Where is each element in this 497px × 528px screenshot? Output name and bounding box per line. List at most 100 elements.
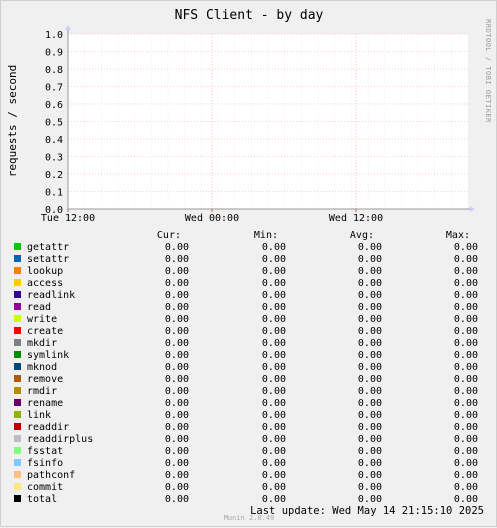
- y-tick-label: 0.1: [45, 188, 63, 199]
- legend-value: 0.00: [454, 470, 478, 481]
- legend-value: 0.00: [165, 458, 189, 469]
- legend-value: 0.00: [165, 278, 189, 289]
- legend-value: 0.00: [454, 386, 478, 397]
- legend-value: 0.00: [358, 374, 382, 385]
- legend-value: 0.00: [358, 338, 382, 349]
- legend-swatch-getattr: [14, 243, 21, 250]
- legend-value: 0.00: [165, 254, 189, 265]
- y-axis-label: requests / second: [6, 65, 19, 178]
- legend-swatch-read: [14, 303, 21, 310]
- legend-value: 0.00: [358, 302, 382, 313]
- legend-swatch-remove: [14, 375, 21, 382]
- legend-value: 0.00: [262, 326, 286, 337]
- legend-value: 0.00: [262, 410, 286, 421]
- legend-value: 0.00: [454, 278, 478, 289]
- legend-value: 0.00: [454, 338, 478, 349]
- legend-value: 0.00: [454, 482, 478, 493]
- legend-value: 0.00: [358, 242, 382, 253]
- legend-label: link: [27, 410, 51, 421]
- legend-value: 0.00: [165, 398, 189, 409]
- legend-value: 0.00: [262, 374, 286, 385]
- legend-swatch-write: [14, 315, 21, 322]
- y-axis-arrow-icon: [65, 25, 71, 30]
- legend-label: commit: [27, 482, 63, 493]
- legend-value: 0.00: [358, 350, 382, 361]
- legend-value: 0.00: [454, 374, 478, 385]
- legend-value: 0.00: [262, 350, 286, 361]
- legend-value: 0.00: [165, 434, 189, 445]
- legend-table: Cur: Min: Avg: Max:getattr 0.00 0.00 0.00 0.00s…: [14, 230, 478, 505]
- legend-label: write: [27, 314, 57, 325]
- legend-value: 0.00: [165, 266, 189, 277]
- legend-value: 0.00: [454, 362, 478, 373]
- legend-swatch-fsstat: [14, 447, 21, 454]
- legend-value: 0.00: [262, 458, 286, 469]
- legend-value: 0.00: [454, 434, 478, 445]
- x-tick-label: Wed 12:00: [329, 213, 383, 224]
- legend-swatch-lookup: [14, 267, 21, 274]
- legend-value: 0.00: [262, 314, 286, 325]
- legend-swatch-readlink: [14, 291, 21, 298]
- graph-frame: NFS Client - by day requests / second RR…: [0, 0, 497, 527]
- column-header: Avg:: [350, 230, 374, 241]
- legend-label: fsstat: [27, 446, 63, 457]
- legend-value: 0.00: [454, 410, 478, 421]
- y-tick-label: 0.8: [45, 65, 63, 76]
- legend-swatch-setattr: [14, 255, 21, 262]
- legend-swatch-readdir: [14, 423, 21, 430]
- legend-label: rmdir: [27, 386, 57, 397]
- legend-value: 0.00: [358, 458, 382, 469]
- legend-value: 0.00: [454, 290, 478, 301]
- legend-value: 0.00: [358, 446, 382, 457]
- legend-value: 0.00: [358, 254, 382, 265]
- y-tick-label: 1.0: [45, 30, 63, 41]
- legend-value: 0.00: [454, 458, 478, 469]
- y-tick-label: 0.5: [45, 118, 63, 129]
- legend-swatch-create: [14, 327, 21, 334]
- legend-value: 0.00: [454, 398, 478, 409]
- legend-value: 0.00: [262, 362, 286, 373]
- legend-value: 0.00: [454, 446, 478, 457]
- legend-label: readdir: [27, 422, 69, 433]
- legend-value: 0.00: [454, 494, 478, 505]
- legend-label: total: [27, 494, 57, 505]
- legend-value: 0.00: [165, 350, 189, 361]
- legend-value: 0.00: [165, 290, 189, 301]
- legend-label: access: [27, 278, 63, 289]
- legend-value: 0.00: [262, 446, 286, 457]
- legend-value: 0.00: [358, 482, 382, 493]
- legend-value: 0.00: [262, 338, 286, 349]
- legend-value: 0.00: [262, 422, 286, 433]
- legend-value: 0.00: [454, 422, 478, 433]
- legend-value: 0.00: [262, 290, 286, 301]
- legend-value: 0.00: [262, 470, 286, 481]
- legend-value: 0.00: [165, 470, 189, 481]
- legend-value: 0.00: [454, 254, 478, 265]
- legend-value: 0.00: [165, 482, 189, 493]
- legend-label: readlink: [27, 290, 75, 301]
- munin-version: Munin 2.0.49: [224, 514, 275, 522]
- legend-value: 0.00: [165, 302, 189, 313]
- legend-value: 0.00: [358, 362, 382, 373]
- x-tick-label: Tue 12:00: [41, 213, 95, 224]
- legend-value: 0.00: [165, 314, 189, 325]
- column-header: Cur:: [157, 230, 181, 241]
- legend-value: 0.00: [165, 410, 189, 421]
- legend-swatch-symlink: [14, 351, 21, 358]
- legend-value: 0.00: [358, 422, 382, 433]
- legend-value: 0.00: [358, 494, 382, 505]
- legend-value: 0.00: [262, 266, 286, 277]
- legend-value: 0.00: [165, 446, 189, 457]
- legend-value: 0.00: [358, 434, 382, 445]
- legend-label: mkdir: [27, 338, 57, 349]
- legend-label: rename: [27, 398, 63, 409]
- legend-value: 0.00: [358, 398, 382, 409]
- legend-label: symlink: [27, 350, 69, 361]
- legend-value: 0.00: [262, 242, 286, 253]
- legend-value: 0.00: [262, 494, 286, 505]
- legend-value: 0.00: [358, 410, 382, 421]
- legend-label: lookup: [27, 266, 63, 277]
- legend-label: setattr: [27, 254, 69, 265]
- legend-swatch-readdirplus: [14, 435, 21, 442]
- legend-value: 0.00: [454, 350, 478, 361]
